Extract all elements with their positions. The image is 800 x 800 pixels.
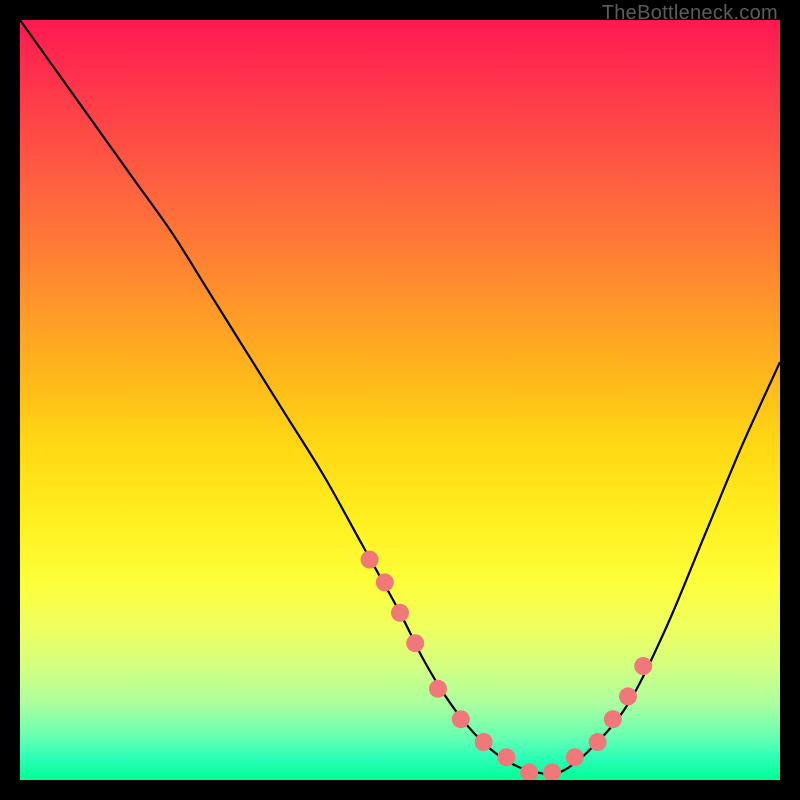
curve-marker — [391, 604, 409, 622]
curve-marker — [452, 710, 470, 728]
curve-marker — [497, 748, 515, 766]
curve-marker — [361, 551, 379, 569]
curve-marker — [566, 748, 584, 766]
curve-marker — [543, 763, 561, 780]
curve-marker — [520, 763, 538, 780]
curve-marker — [429, 680, 447, 698]
curve-markers — [361, 551, 653, 780]
curve-marker — [634, 657, 652, 675]
curve-marker — [589, 733, 607, 751]
curve-marker — [406, 634, 424, 652]
attribution-text: TheBottleneck.com — [602, 2, 778, 25]
curve-marker — [475, 733, 493, 751]
curve-marker — [604, 710, 622, 728]
bottleneck-curve — [20, 20, 780, 774]
curve-marker — [376, 573, 394, 591]
curve-marker — [619, 687, 637, 705]
